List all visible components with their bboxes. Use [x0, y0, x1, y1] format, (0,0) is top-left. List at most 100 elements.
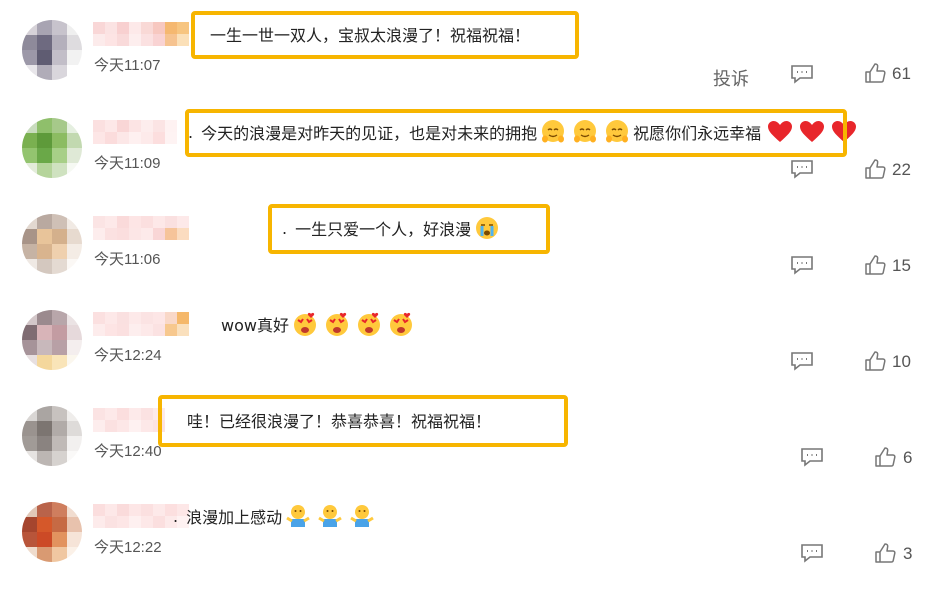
like-icon[interactable]	[864, 158, 886, 180]
avatar-pixel	[37, 20, 52, 35]
love-emoji-icon	[388, 311, 414, 337]
avatar-pixel	[52, 65, 67, 80]
avatar-pixel	[52, 325, 67, 340]
nickname-pixel	[129, 504, 141, 516]
highlight-box	[268, 204, 550, 254]
nickname-pixel	[93, 228, 105, 240]
love-emoji-icon	[324, 311, 350, 337]
nickname-pixel	[141, 420, 153, 432]
avatar[interactable]	[22, 310, 82, 370]
nickname-pixel	[105, 312, 117, 324]
avatar-pixel	[67, 340, 82, 355]
avatar-pixel	[52, 259, 67, 274]
nickname-pixel	[93, 34, 105, 46]
like-icon[interactable]	[864, 350, 886, 372]
nickname-pixel	[105, 504, 117, 516]
comment-time: 今天11:09	[94, 155, 161, 172]
comment-reply-icon[interactable]	[790, 159, 814, 179]
nickname-pixel	[117, 408, 129, 420]
avatar-pixel	[52, 436, 67, 451]
comment-item-3: 今天11:06 . 一生只爱一个人，好浪漫 15	[0, 204, 947, 310]
avatar-pixel	[22, 532, 37, 547]
avatar[interactable]	[22, 502, 82, 562]
comment-reply-icon[interactable]	[800, 543, 824, 563]
avatar-pixel	[37, 436, 52, 451]
avatar-pixel	[22, 340, 37, 355]
nickname-pixel	[117, 324, 129, 336]
nickname-pixel	[117, 228, 129, 240]
avatar[interactable]	[22, 406, 82, 466]
avatar-pixel	[22, 133, 37, 148]
nickname-pixel	[153, 216, 165, 228]
avatar-pixel	[22, 436, 37, 451]
nickname-pixel	[105, 216, 117, 228]
avatar-pixel	[37, 148, 52, 163]
comment-reply-icon[interactable]	[790, 64, 814, 84]
avatar-pixel	[22, 502, 37, 517]
nickname-pixel	[177, 216, 189, 228]
avatar-pixel	[52, 502, 67, 517]
avatar-pixel	[22, 406, 37, 421]
nickname-pixel	[129, 228, 141, 240]
nickname-blurred[interactable]	[93, 312, 189, 336]
avatar-pixel	[37, 517, 52, 532]
nickname-pixel	[129, 132, 141, 144]
like-icon[interactable]	[864, 62, 886, 84]
love-emoji-icon	[356, 311, 382, 337]
nickname-blurred[interactable]	[93, 216, 189, 240]
avatar-pixel	[37, 421, 52, 436]
nickname-pixel	[117, 516, 129, 528]
hug-person-emoji-icon	[285, 503, 311, 529]
nickname-pixel	[177, 34, 189, 46]
avatar-pixel	[22, 214, 37, 229]
like-count: 6	[903, 448, 913, 467]
avatar-pixel	[37, 310, 52, 325]
nickname-pixel	[93, 132, 105, 144]
avatar-pixel	[67, 259, 82, 274]
nickname-pixel	[117, 132, 129, 144]
love-emoji-icon	[292, 311, 318, 337]
avatar[interactable]	[22, 214, 82, 274]
nickname-blurred[interactable]	[93, 120, 189, 144]
avatar-pixel	[52, 340, 67, 355]
comment-reply-icon[interactable]	[800, 447, 824, 467]
avatar-pixel	[67, 244, 82, 259]
nickname-pixel	[177, 312, 189, 324]
comment-time: 今天12:40	[94, 443, 162, 460]
comment-time: 今天11:06	[94, 251, 161, 268]
avatar[interactable]	[22, 118, 82, 178]
nickname-pixel	[129, 516, 141, 528]
avatar-pixel	[67, 451, 82, 466]
highlight-box	[185, 109, 847, 157]
nickname-pixel	[105, 132, 117, 144]
nickname-pixel	[165, 228, 177, 240]
report-button[interactable]: 投诉	[713, 65, 749, 91]
avatar-pixel	[52, 547, 67, 562]
like-icon[interactable]	[864, 254, 886, 276]
avatar-pixel	[37, 532, 52, 547]
nickname-pixel	[153, 132, 165, 144]
avatar-pixel	[37, 406, 52, 421]
nickname-pixel	[153, 516, 165, 528]
like-icon[interactable]	[874, 446, 896, 468]
avatar-pixel	[22, 421, 37, 436]
avatar-pixel	[22, 35, 37, 50]
nickname-pixel	[177, 324, 189, 336]
text-lead-dot: .	[173, 506, 179, 526]
comment-reply-icon[interactable]	[790, 255, 814, 275]
nickname-pixel	[165, 216, 177, 228]
comment-item-5: 今天12:40 哇！已经很浪漫了！恭喜恭喜！祝福祝福！ 6	[0, 395, 947, 502]
nickname-pixel	[129, 312, 141, 324]
avatar-pixel	[37, 133, 52, 148]
nickname-pixel	[165, 324, 177, 336]
like-icon[interactable]	[874, 542, 896, 564]
nickname-pixel	[165, 132, 177, 144]
avatar-pixel	[52, 214, 67, 229]
nickname-pixel	[177, 228, 189, 240]
avatar-pixel	[67, 148, 82, 163]
comment-reply-icon[interactable]	[790, 351, 814, 371]
avatar-pixel	[22, 325, 37, 340]
avatar[interactable]	[22, 20, 82, 80]
nickname-blurred[interactable]	[93, 22, 189, 46]
avatar-pixel	[52, 50, 67, 65]
